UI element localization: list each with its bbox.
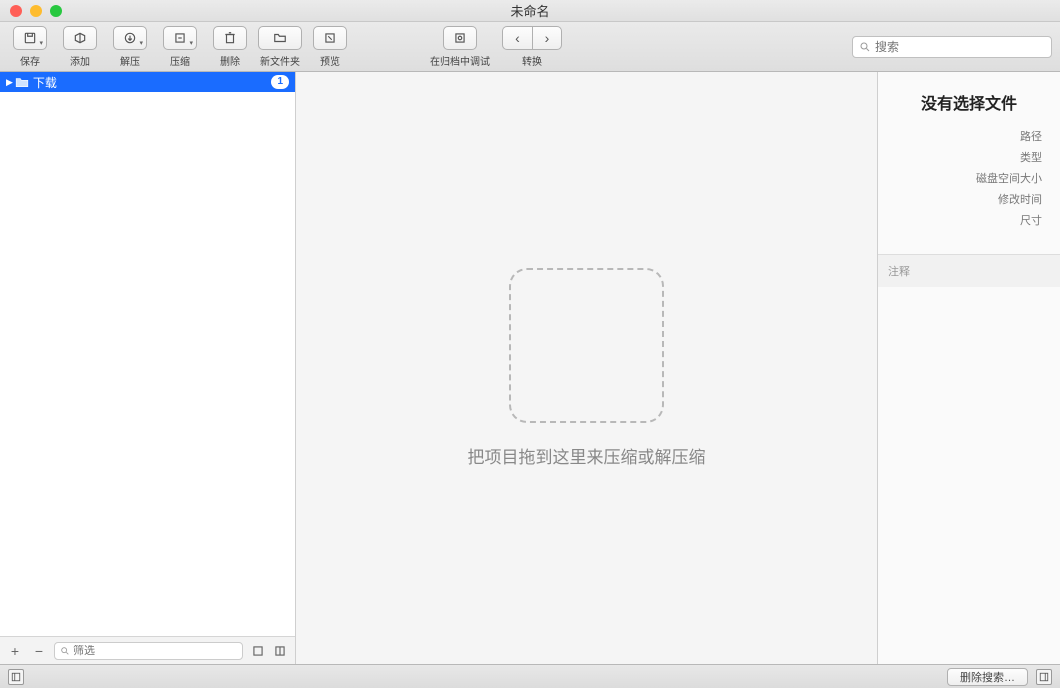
chevron-down-icon: ▾ — [39, 39, 43, 47]
archive-icon — [173, 31, 187, 45]
add-button-sidebar[interactable]: + — [6, 642, 24, 660]
unzip-button[interactable]: ▾ 解压 — [108, 26, 152, 68]
titlebar: 未命名 — [0, 0, 1060, 22]
chevron-down-icon: ▾ — [189, 39, 193, 47]
unarchive-icon — [123, 31, 137, 45]
inspector-field-modified: 修改时间 — [878, 191, 1042, 207]
save-label: 保存 — [20, 53, 40, 68]
nav-forward-button[interactable]: › — [532, 26, 562, 50]
window-title: 未命名 — [0, 1, 1060, 20]
search-icon — [60, 646, 70, 656]
delete-button[interactable]: 删除 — [208, 26, 252, 68]
inspector-field-disksize: 磁盘空间大小 — [878, 170, 1042, 186]
save-button[interactable]: ▾ 保存 — [8, 26, 52, 68]
preview-icon — [323, 31, 337, 45]
save-icon — [23, 31, 37, 45]
chevron-left-icon: ‹ — [515, 30, 520, 46]
content-area: 把项目拖到这里来压缩或解压缩 — [296, 72, 878, 664]
sidebar-filter-field[interactable] — [54, 642, 243, 660]
remove-button-sidebar[interactable]: − — [30, 642, 48, 660]
compress-label: 压缩 — [170, 53, 190, 68]
newfolder-label: 新文件夹 — [260, 53, 300, 68]
sidebar-action2-button[interactable] — [271, 642, 289, 660]
folder-plus-icon — [272, 31, 288, 45]
newfolder-button[interactable]: 新文件夹 — [258, 26, 302, 68]
search-icon — [859, 41, 871, 53]
sidebar-item-label: 下载 — [33, 74, 57, 91]
trash-icon — [223, 31, 237, 45]
fitmode-button[interactable]: 在归档中调试 — [424, 26, 496, 68]
unzip-label: 解压 — [120, 53, 140, 68]
compress-button[interactable]: ▾ 压缩 — [158, 26, 202, 68]
add-button[interactable]: 添加 — [58, 26, 102, 68]
gear-box-icon — [453, 31, 467, 45]
add-label: 添加 — [70, 53, 90, 68]
status-right-panel-button[interactable] — [1036, 669, 1052, 685]
chevron-down-icon: ▾ — [139, 39, 143, 47]
sidebar-action1-button[interactable] — [249, 642, 267, 660]
box-icon — [73, 31, 87, 45]
delete-search-button[interactable]: 删除搜索… — [947, 668, 1028, 686]
nav-back-button[interactable]: ‹ — [502, 26, 532, 50]
dropzone[interactable] — [509, 268, 664, 423]
preview-button[interactable]: 预览 — [308, 26, 352, 68]
inspector-field-path: 路径 — [878, 128, 1042, 144]
convert-label: 转换 — [522, 53, 542, 68]
statusbar: 删除搜索… — [0, 664, 1060, 688]
folder-icon — [15, 76, 29, 88]
nav-segment: ‹ › — [502, 26, 562, 50]
dropzone-hint: 把项目拖到这里来压缩或解压缩 — [468, 443, 706, 468]
search-field[interactable] — [852, 36, 1052, 58]
preview-label: 预览 — [320, 53, 340, 68]
chevron-right-icon: › — [545, 30, 550, 46]
inspector-field-type: 类型 — [878, 149, 1042, 165]
disclosure-triangle-icon: ▶ — [6, 77, 13, 88]
toolbar: ▾ 保存 添加 ▾ 解压 ▾ 压缩 删除 新文件夹 预览 — [0, 22, 1060, 72]
search-input[interactable] — [875, 40, 1045, 54]
sidebar-filter-input[interactable] — [73, 645, 237, 657]
sidebar: ▶ 下载 1 + − — [0, 72, 296, 664]
fitmode-label: 在归档中调试 — [430, 53, 490, 68]
sidebar-footer: + − — [0, 636, 295, 664]
delete-label: 删除 — [220, 53, 240, 68]
inspector-title: 没有选择文件 — [878, 72, 1060, 128]
inspector-field-dimensions: 尺寸 — [878, 212, 1042, 228]
inspector-panel: 没有选择文件 路径 类型 磁盘空间大小 修改时间 尺寸 注释 — [878, 72, 1060, 664]
sidebar-item-badge: 1 — [271, 75, 289, 89]
inspector-notes-label: 注释 — [878, 254, 1060, 287]
status-left-panel-button[interactable] — [8, 669, 24, 685]
sidebar-item-downloads[interactable]: ▶ 下载 1 — [0, 72, 295, 92]
